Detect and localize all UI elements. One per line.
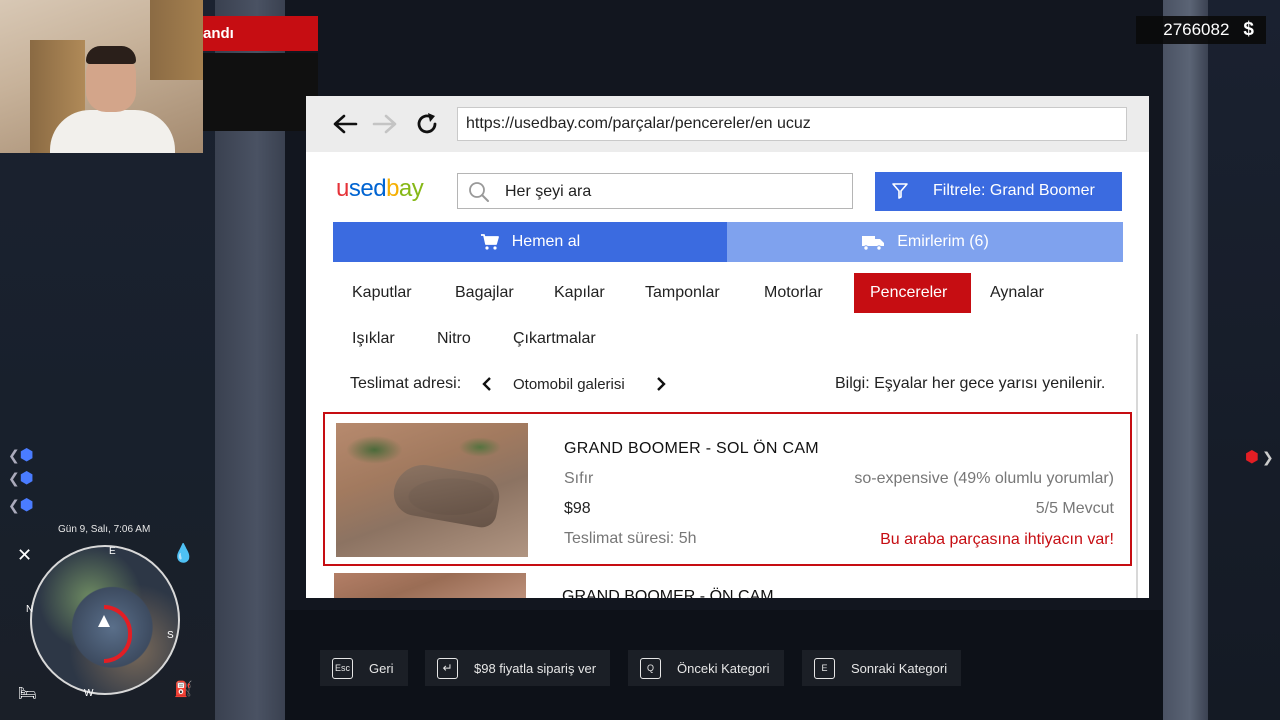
category-aynalar[interactable]: Aynalar [974,273,1060,313]
webcam-person-shirt [50,110,175,153]
listing-item[interactable]: GRAND BOOMER - ÖN CAM [323,572,1132,598]
filter-icon [891,182,909,205]
money-value: 2766082 [1163,20,1230,39]
tab-buy-now-label: Hemen al [511,233,581,250]
hint-order-label: $98 fiyatla sipariş ver [474,660,597,676]
status-hex-icon: ❮⬢ [8,447,34,464]
game-date-time: Gün 9, Salı, 7:06 AM [58,524,151,535]
listing-thumbnail [336,423,528,557]
listing-condition: Sıfır [564,470,594,487]
status-hex-icon: ❮⬢ [8,497,34,514]
arrow-left-icon [333,114,358,134]
compass-north: N [26,604,34,615]
delivery-address-value: Otomobil galerisi [513,376,625,393]
listing-title: GRAND BOOMER - ÖN CAM [562,588,774,598]
alert-hex-icon: ⬢ ❯ [1245,449,1274,466]
hint-next-category-label: Sonraki Kategori [851,660,948,676]
url-bar[interactable]: https://usedbay.com/parçalar/pencereler/… [457,107,1127,141]
listing-delivery-time: Teslimat süresi: 5h [564,530,697,547]
listing-stock: 5/5 Mevcut [1035,500,1114,517]
logo-part-2: sed [348,175,387,202]
status-hex-icon: ❮⬢ [8,470,34,487]
minimap [30,545,180,695]
notification-banner-text: andı [203,25,234,42]
logo-part-1: u [336,175,349,202]
category-kapilar[interactable]: Kapılar [538,273,621,313]
money-display: 2766082 $ [1136,16,1266,44]
delivery-next-button[interactable] [656,377,666,396]
listing-thumbnail [334,573,526,598]
compass-south: S [167,630,174,641]
webcam-cabinet [150,0,203,80]
hint-back[interactable]: Esc Geri [320,650,408,686]
hint-prev-category[interactable]: Q Önceki Kategori [628,650,784,686]
tab-buy-now[interactable]: Hemen al [333,222,727,262]
listing-item[interactable]: GRAND BOOMER - SOL ÖN CAM Sıfır $98 Tesl… [323,412,1132,566]
category-tamponlar[interactable]: Tamponlar [629,273,736,313]
cart-icon [480,233,500,251]
compass-east: E [109,546,116,557]
category-kaputlar[interactable]: Kaputlar [336,273,428,313]
listing-title: GRAND BOOMER - SOL ÖN CAM [564,440,819,457]
category-cikartmalar[interactable]: Çıkartmalar [497,319,612,359]
key-q-icon: Q [640,657,661,679]
water-drop-icon: 💧 [172,543,195,563]
status-indicators: ❮⬢ ❮⬢ ❮⬢ [8,444,34,517]
hint-next-category[interactable]: E Sonraki Kategori [802,650,962,686]
monitor-edge-right [1163,0,1208,720]
filter-button[interactable]: Filtrele: Grand Boomer [875,172,1122,211]
hint-order[interactable]: ↵ $98 fiyatla sipariş ver [425,650,611,686]
hint-prev-category-label: Önceki Kategori [677,660,770,676]
chevron-right-icon [657,377,666,391]
chevron-left-icon [482,377,491,391]
listing-thumbnail-part [390,460,503,530]
reload-button[interactable] [413,110,441,138]
refresh-info-text: Bilgi: Eşyalar her gece yarısı yenilenir… [835,375,1106,392]
close-x-icon: ✕ [17,545,33,565]
listing-price: $98 [564,500,591,517]
search-icon [468,181,490,208]
reload-icon [417,113,437,134]
delivery-prev-button[interactable] [482,377,492,396]
tab-my-orders[interactable]: Emirlerim (6) [727,222,1123,262]
category-isiklar[interactable]: Işıklar [336,319,411,359]
key-e-icon: E [814,657,835,679]
currency-icon: $ [1243,19,1254,40]
category-pencereler[interactable]: Pencereler [854,273,971,313]
category-nitro[interactable]: Nitro [421,319,487,359]
delivery-address-label: Teslimat adresi: [350,375,462,392]
back-button[interactable] [331,110,359,138]
logo-part-3: b [386,175,399,202]
logo-part-4: ay [398,175,424,202]
minimap-route [104,605,132,663]
browser-window: https://usedbay.com/parçalar/pencereler/… [306,96,1149,598]
search-placeholder: Her şeyi ara [505,183,592,200]
forward-button[interactable] [371,110,399,138]
webcam-person-hair [86,46,136,64]
webcam-overlay [0,0,203,153]
arrow-right-icon [372,114,397,134]
fuel-icon: ⛽ [174,681,193,698]
category-bagajlar[interactable]: Bagajlar [439,273,530,313]
usedbay-logo[interactable]: usedbay [336,175,424,203]
listing-seller: so-expensive (49% olumlu yorumlar) [854,470,1114,487]
notification-banner-shadow [203,53,318,131]
filter-button-label: Filtrele: Grand Boomer [933,182,1095,199]
bed-icon: 🛏 [18,685,38,702]
tab-my-orders-label: Emirlerim (6) [897,233,989,250]
browser-toolbar: https://usedbay.com/parçalar/pencereler/… [306,96,1149,152]
game-background-right [1208,0,1280,720]
hint-back-label: Geri [369,660,394,676]
key-enter-icon: ↵ [437,657,458,679]
compass-west: W [84,688,94,699]
search-input[interactable]: Her şeyi ara [457,173,853,209]
truck-icon [861,233,885,251]
category-motorlar[interactable]: Motorlar [748,273,839,313]
notification-banner: andı [203,16,318,51]
listing-needed-badge: Bu araba parçasına ihtiyacın var! [880,531,1114,548]
player-marker-icon [98,615,110,627]
scrollbar-track[interactable] [1136,334,1138,598]
key-esc-icon: Esc [332,657,353,679]
